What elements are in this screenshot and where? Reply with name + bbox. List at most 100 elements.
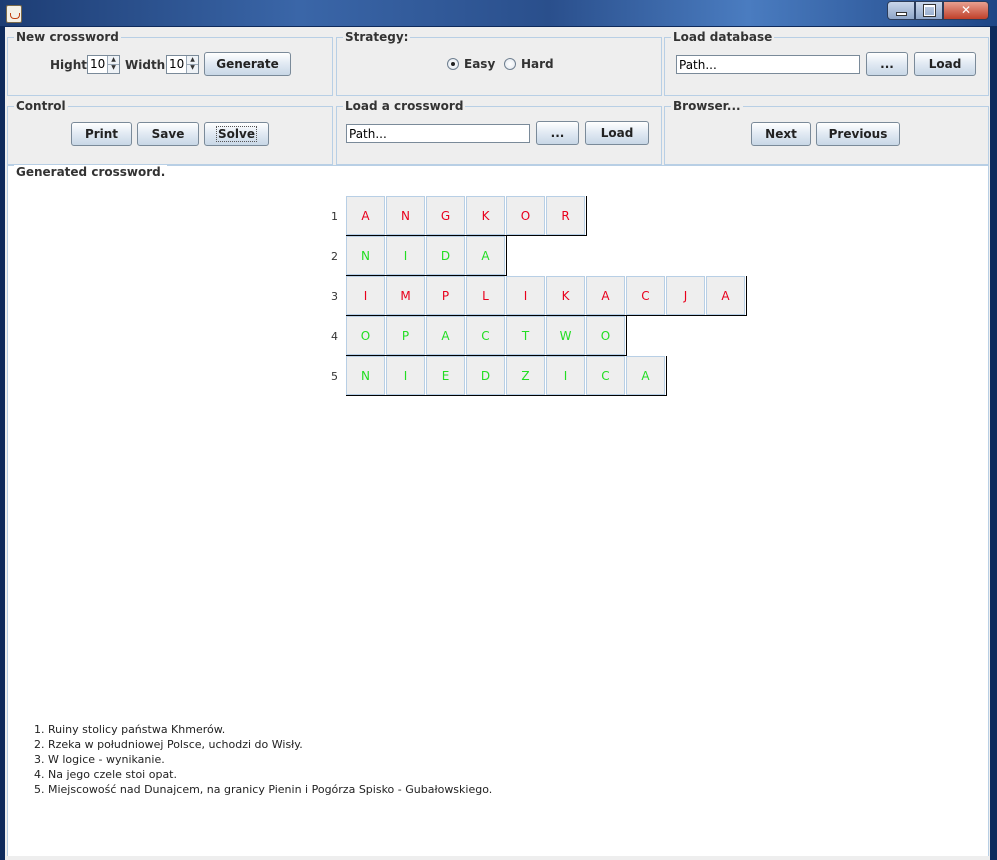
clue-item: 3. W logice - wynikanie. (34, 753, 165, 766)
crossword-cell: I (346, 276, 385, 315)
window-controls: ✕ (887, 1, 989, 20)
easy-label[interactable]: Easy (464, 57, 495, 71)
print-button[interactable]: Print (71, 122, 132, 146)
crossword-cell: A (626, 356, 665, 395)
crossword-cell: O (346, 316, 385, 355)
clue-item: 4. Na jego czele stoi opat. (34, 768, 177, 781)
row-number: 1 (331, 210, 338, 223)
crossword-cell: G (426, 196, 465, 235)
strategy-title: Strategy: (343, 30, 411, 44)
crossword-cell: D (426, 236, 465, 275)
crossword-cell: R (546, 196, 585, 235)
crossword-cell: J (666, 276, 705, 315)
hight-value[interactable]: 10 (90, 57, 105, 71)
row-number: 2 (331, 250, 338, 263)
bottom-border (5, 856, 990, 860)
save-button[interactable]: Save (137, 122, 199, 146)
crossword-cell: O (506, 196, 545, 235)
row-right-edge (746, 276, 747, 316)
crossword-cell: C (626, 276, 665, 315)
hard-radio[interactable] (504, 58, 516, 70)
java-cup-icon (6, 5, 22, 23)
crossword-cell: I (546, 356, 585, 395)
database-load-button[interactable]: Load (914, 52, 976, 76)
row-right-edge (666, 356, 667, 396)
radio-selected-dot (451, 62, 455, 66)
hight-spinner[interactable]: 10 ▲ ▼ (87, 55, 120, 74)
width-spinner[interactable]: 10 ▲ ▼ (166, 55, 199, 74)
crossword-cell: A (426, 316, 465, 355)
crossword-cell: C (586, 356, 625, 395)
crossword-cell: D (466, 356, 505, 395)
maximize-button[interactable] (915, 1, 943, 20)
crossword-cell: I (386, 356, 425, 395)
new-crossword-title: New crossword (14, 30, 121, 44)
close-button[interactable]: ✕ (943, 1, 989, 20)
row-right-edge (586, 196, 587, 236)
generated-crossword-panel: Generated crossword. 1ANGKOR2NIDA3IMPLIK… (7, 165, 989, 859)
crossword-cell: A (706, 276, 745, 315)
crossword-cell: E (426, 356, 465, 395)
easy-radio[interactable] (447, 58, 459, 70)
crossword-load-button[interactable]: Load (585, 121, 649, 145)
width-label: Width (125, 58, 166, 72)
hight-down-arrow-icon[interactable]: ▼ (108, 64, 119, 72)
minimize-button[interactable] (887, 1, 915, 20)
crossword-cell: A (586, 276, 625, 315)
crossword-cell: K (466, 196, 505, 235)
clue-item: 1. Ruiny stolicy państwa Khmerów. (34, 723, 226, 736)
load-crossword-title: Load a crossword (343, 99, 466, 113)
crossword-cell: I (386, 236, 425, 275)
solve-button[interactable]: Solve (204, 122, 269, 146)
row-number: 5 (331, 370, 338, 383)
close-icon: ✕ (960, 3, 972, 17)
row-bottom-edge (346, 395, 666, 396)
solve-label: Solve (216, 126, 257, 142)
width-value[interactable]: 10 (169, 57, 184, 71)
control-title: Control (14, 99, 68, 113)
previous-button[interactable]: Previous (816, 122, 900, 146)
row-right-edge (506, 236, 507, 276)
crossword-cell: W (546, 316, 585, 355)
crossword-cell: O (586, 316, 625, 355)
generated-crossword-title: Generated crossword. (14, 165, 168, 179)
database-path-input[interactable] (676, 55, 860, 74)
crossword-cell: A (346, 196, 385, 235)
crossword-cell: I (506, 276, 545, 315)
clue-item: 2. Rzeka w południowej Polsce, uchodzi d… (34, 738, 303, 751)
crossword-browse-button[interactable]: ... (536, 121, 579, 145)
load-database-panel: Load database ... Load (664, 30, 989, 96)
hight-label: Hight (50, 58, 88, 72)
database-browse-button[interactable]: ... (866, 52, 908, 76)
crossword-cell: K (546, 276, 585, 315)
row-right-edge (626, 316, 627, 356)
crossword-cell: A (466, 236, 505, 275)
strategy-panel: Strategy: Easy Hard (336, 30, 662, 96)
crossword-cell: M (386, 276, 425, 315)
crossword-cell: N (346, 356, 385, 395)
clues-list: 1. Ruiny stolicy państwa Khmerów. 2. Rzek… (34, 722, 492, 797)
width-down-arrow-icon[interactable]: ▼ (187, 64, 198, 72)
maximize-icon (923, 4, 936, 17)
browser-title: Browser... (671, 99, 743, 113)
crossword-cell: T (506, 316, 545, 355)
window-titlebar: ✕ (0, 0, 997, 26)
row-number: 4 (331, 330, 338, 343)
crossword-cell: N (386, 196, 425, 235)
crossword-cell: P (426, 276, 465, 315)
load-database-title: Load database (671, 30, 775, 44)
row-number: 3 (331, 290, 338, 303)
main-content: New crossword Hight 10 ▲ ▼ Width 10 ▲ ▼ Ge… (5, 27, 990, 860)
crossword-cell: Z (506, 356, 545, 395)
next-button[interactable]: Next (751, 122, 811, 146)
minimize-icon (896, 12, 907, 16)
control-panel: Control Print Save Solve (7, 99, 333, 165)
crossword-cell: P (386, 316, 425, 355)
hard-label[interactable]: Hard (521, 57, 554, 71)
new-crossword-panel: New crossword Hight 10 ▲ ▼ Width 10 ▲ ▼ Ge… (7, 30, 333, 96)
crossword-cell: C (466, 316, 505, 355)
browser-panel: Browser... Next Previous (664, 99, 989, 165)
generate-button[interactable]: Generate (204, 52, 291, 76)
load-crossword-panel: Load a crossword ... Load (336, 99, 662, 165)
crossword-path-input[interactable] (346, 124, 530, 143)
